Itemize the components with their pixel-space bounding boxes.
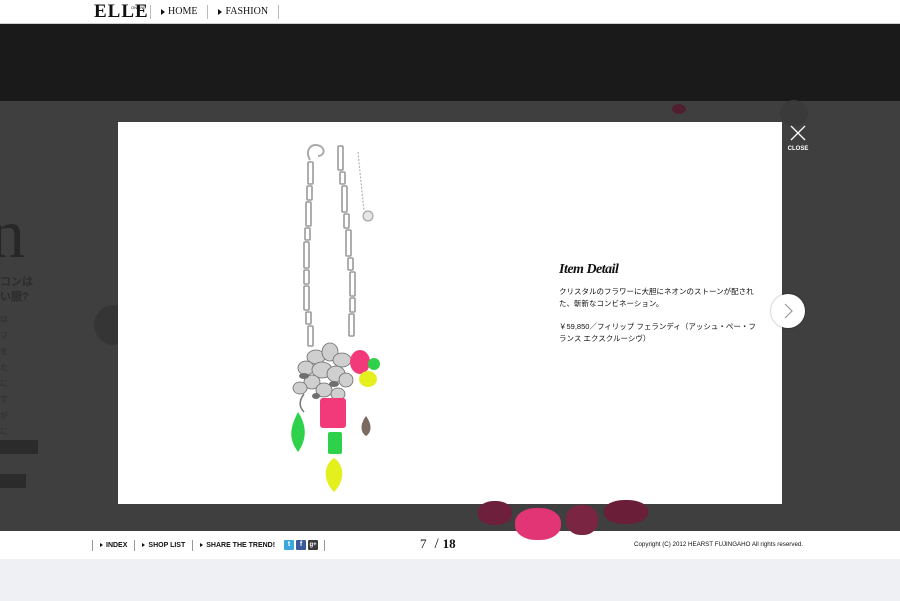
chevron-right-icon (784, 303, 793, 319)
footer-background-gem (515, 508, 561, 540)
close-button[interactable]: CLOSE (786, 124, 810, 156)
arrow-right-icon (200, 543, 204, 547)
item-detail-modal: Item Detail クリスタルのフラワーに大胆にネオンのストーンが配された、… (118, 122, 782, 504)
arrow-right-icon (161, 8, 165, 15)
item-price: ￥59,850／フィリップ フェランディ（アッシュ・ペー・フランス エクスクルー… (559, 322, 756, 343)
nav-fashion-label: FASHION (225, 6, 269, 17)
footer-divider (324, 539, 326, 551)
footer-background-gem (604, 500, 648, 524)
background-gem (672, 104, 686, 114)
total-pages: 18 (442, 536, 456, 551)
footer-shoplist-label: SHOP LIST (148, 541, 186, 549)
next-item-button[interactable] (771, 294, 805, 328)
footer-index-link[interactable]: INDEX (93, 542, 134, 549)
close-icon (790, 125, 806, 141)
copyright-text: Copyright (C) 2012 HEARST FUJINGAHO All … (634, 541, 804, 548)
share-label: SHARE THE TREND! (206, 541, 276, 549)
share-the-trend: SHARE THE TREND! (193, 542, 282, 549)
background-big-letter: n (0, 196, 25, 273)
nav-home-label: HOME (168, 6, 198, 17)
nav-fashion-link[interactable]: FASHION (208, 6, 278, 17)
facebook-icon[interactable]: f (296, 540, 307, 550)
nav-home-link[interactable]: HOME (151, 6, 207, 17)
arrow-right-icon (142, 543, 146, 547)
necklace-image (291, 144, 380, 492)
top-bar: ELLE ONLINE HOME FASHION (0, 0, 900, 24)
item-description: クリスタルのフラワーに大胆にネオンのストーンが配された、斬新なコンビネーション。 (559, 287, 754, 308)
pagination: 7 / 18 (420, 536, 456, 552)
footer-nav: INDEX SHOP LIST SHARE THE TREND! t f g+ (92, 531, 326, 559)
footer-index-label: INDEX (106, 541, 128, 549)
background-headline: コンは い服? (0, 276, 33, 303)
close-label: CLOSE (787, 146, 809, 152)
nav-divider (278, 4, 280, 19)
background-button (0, 474, 26, 488)
top-nav: HOME FASHION (150, 0, 280, 23)
arrow-right-icon (218, 8, 223, 15)
background-gem (780, 100, 808, 126)
background-body-text: は フ を た に で が に (0, 315, 8, 436)
footer-background-gem (566, 505, 598, 535)
footer-background-gem (478, 501, 512, 525)
item-detail-title: Item Detail (559, 262, 619, 277)
footer-shoplist-link[interactable]: SHOP LIST (135, 542, 192, 549)
page-separator: / (434, 536, 439, 552)
current-page: 7 (420, 536, 427, 551)
google-plus-icon[interactable]: g+ (308, 540, 319, 550)
background-banner (0, 24, 900, 101)
arrow-right-icon (100, 543, 103, 547)
twitter-icon[interactable]: t (284, 540, 295, 550)
social-buttons: t f g+ (282, 540, 324, 550)
item-detail-panel: Item Detail クリスタルのフラワーに大胆にネオンのストーンが配された、… (559, 262, 759, 345)
background-button (0, 440, 38, 454)
elle-logo-sub: ONLINE (131, 5, 146, 10)
